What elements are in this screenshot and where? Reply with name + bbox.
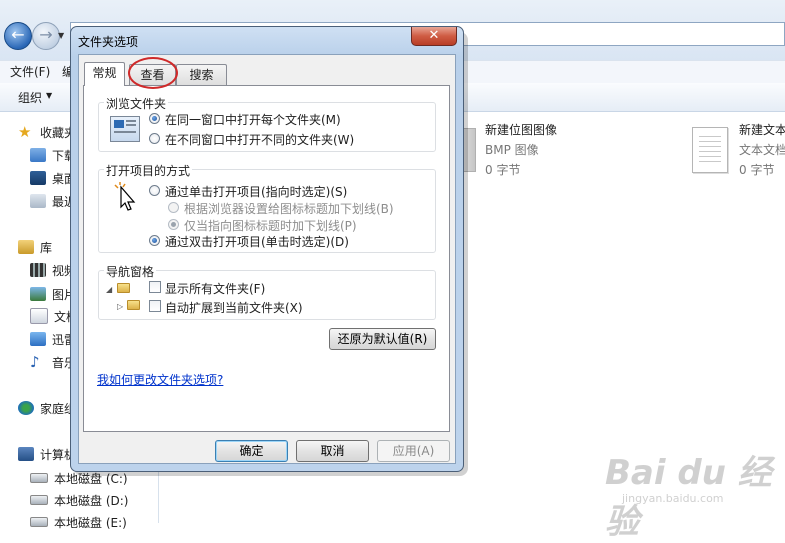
hard-drive-icon bbox=[30, 495, 48, 505]
browse-folders-label: 浏览文件夹 bbox=[104, 95, 169, 112]
homegroup-icon bbox=[18, 401, 34, 415]
folder-icon bbox=[117, 283, 130, 293]
checkbox-show-all-folders[interactable] bbox=[149, 281, 161, 293]
video-library-icon bbox=[30, 263, 46, 277]
close-icon: ✕ bbox=[428, 28, 440, 43]
tab-general[interactable]: 常规 bbox=[84, 62, 125, 86]
nav-drive-e[interactable]: 本地磁盘 (E:) bbox=[30, 512, 127, 532]
recent-places-icon bbox=[30, 194, 46, 208]
cancel-button[interactable]: 取消 bbox=[296, 440, 369, 462]
option-same-window-label: 在同一窗口中打开每个文件夹(M) bbox=[165, 113, 341, 127]
organize-button[interactable]: 组织 bbox=[18, 89, 42, 106]
computer-icon bbox=[18, 447, 34, 461]
tab-search[interactable]: 搜索 bbox=[176, 64, 227, 85]
option-underline-point-label: 仅当指向图标标题时加下划线(P) bbox=[184, 219, 357, 233]
baidu-watermark-url: jingyan.baidu.com bbox=[622, 492, 724, 505]
file-type: 文本文档 bbox=[739, 143, 785, 157]
file-item-txt[interactable]: 新建文本 文本文档 0 字节 bbox=[739, 121, 785, 178]
documents-library-icon bbox=[30, 308, 48, 324]
option-single-click-label: 通过单击打开项目(指向时选定)(S) bbox=[165, 185, 348, 199]
pictures-library-icon bbox=[30, 287, 46, 301]
file-name: 新建文本 bbox=[739, 123, 785, 137]
radio-same-window[interactable] bbox=[149, 113, 160, 124]
option-double-click-label: 通过双击打开项目(单击时选定)(D) bbox=[165, 235, 349, 249]
library-icon bbox=[18, 240, 34, 254]
organize-dropdown-icon: ▼ bbox=[46, 91, 53, 100]
file-type: BMP 图像 bbox=[485, 143, 539, 157]
nav-computer[interactable]: 计算机 bbox=[18, 444, 76, 464]
history-dropdown-icon[interactable]: ▼ bbox=[58, 31, 64, 40]
star-icon: ★ bbox=[18, 123, 32, 141]
cursor-click-icon bbox=[111, 181, 139, 213]
nav-homegroup[interactable]: 家庭组 bbox=[18, 398, 76, 418]
back-arrow-icon: ← bbox=[11, 25, 25, 44]
option-underline-browser-label: 根据浏览器设置给图标标题加下划线(B) bbox=[184, 202, 394, 216]
text-file-icon bbox=[692, 127, 728, 173]
menu-file[interactable]: 文件(F) bbox=[10, 63, 50, 80]
file-name: 新建位图图像 bbox=[485, 123, 558, 137]
back-button[interactable]: ← bbox=[4, 22, 32, 50]
radio-new-window[interactable] bbox=[149, 133, 160, 144]
show-all-folders-label: 显示所有文件夹(F) bbox=[165, 282, 266, 296]
highlight-circle bbox=[128, 57, 178, 89]
file-size: 0 字节 bbox=[739, 163, 775, 177]
hard-drive-icon bbox=[30, 473, 48, 483]
collapsed-triangle-icon: ▷ bbox=[117, 302, 124, 311]
radio-underline-browser[interactable] bbox=[168, 202, 179, 213]
ok-button[interactable]: 确定 bbox=[215, 440, 288, 462]
close-button[interactable]: ✕ bbox=[411, 27, 457, 46]
expanded-triangle-icon: ◢ bbox=[106, 285, 113, 294]
hard-drive-icon bbox=[30, 517, 48, 527]
nav-drive-d[interactable]: 本地磁盘 (D:) bbox=[30, 490, 128, 510]
forward-arrow-icon: → bbox=[39, 25, 53, 44]
nav-libraries[interactable]: 库 bbox=[18, 237, 52, 257]
radio-double-click[interactable] bbox=[149, 235, 160, 246]
apply-button[interactable]: 应用(A) bbox=[377, 440, 450, 462]
file-item-bmp[interactable]: 新建位图图像 BMP 图像 0 字节 bbox=[485, 121, 557, 178]
checkbox-auto-expand[interactable] bbox=[149, 300, 161, 312]
folder-icon bbox=[127, 300, 140, 310]
dialog-title: 文件夹选项 bbox=[78, 35, 139, 49]
browse-folders-icon bbox=[110, 116, 140, 142]
forward-button[interactable]: → bbox=[32, 22, 60, 50]
help-link[interactable]: 我如何更改文件夹选项? bbox=[97, 371, 223, 388]
music-note-icon: ♪ bbox=[30, 353, 40, 371]
radio-underline-point[interactable] bbox=[168, 219, 179, 230]
desktop-icon bbox=[30, 171, 46, 185]
radio-single-click[interactable] bbox=[149, 185, 160, 196]
nav-favorites[interactable]: ★ 收藏夹 bbox=[18, 122, 76, 142]
restore-defaults-button[interactable]: 还原为默认值(R) bbox=[329, 328, 436, 350]
navigation-pane-label: 导航窗格 bbox=[104, 263, 157, 280]
thunder-download-icon bbox=[30, 332, 46, 346]
downloads-folder-icon bbox=[30, 148, 46, 162]
file-size: 0 字节 bbox=[485, 163, 521, 177]
click-items-label: 打开项目的方式 bbox=[104, 162, 193, 179]
auto-expand-label: 自动扩展到当前文件夹(X) bbox=[165, 301, 303, 315]
option-new-window-label: 在不同窗口中打开不同的文件夹(W) bbox=[165, 133, 355, 147]
